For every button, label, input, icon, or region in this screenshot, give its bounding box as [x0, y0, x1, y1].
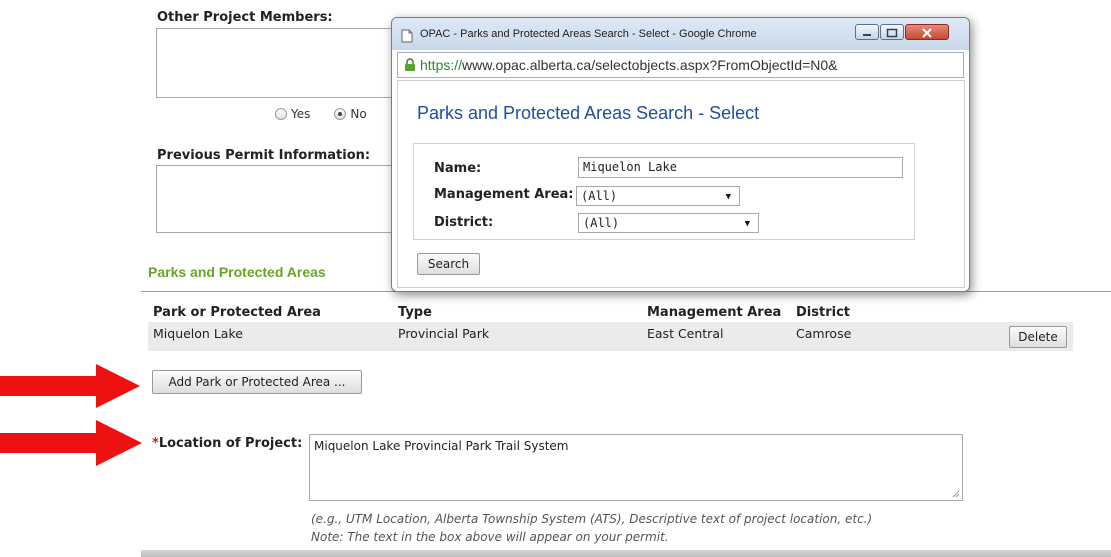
- add-park-button[interactable]: Add Park or Protected Area ...: [152, 370, 362, 394]
- col-header-type: Type: [398, 305, 432, 320]
- location-hint-2: Note: The text in the box above will app…: [311, 530, 669, 544]
- page-icon: [401, 29, 413, 43]
- parks-section-title: Parks and Protected Areas: [148, 264, 326, 280]
- maximize-button[interactable]: [880, 24, 904, 40]
- address-url: https://www.opac.alberta.ca/selectobject…: [420, 57, 838, 73]
- radio-yes[interactable]: [275, 108, 287, 120]
- lock-icon: [405, 58, 415, 71]
- location-label-group: *Location of Project:: [152, 436, 302, 451]
- popup-content: Parks and Protected Areas Search - Selec…: [397, 80, 965, 288]
- col-header-park: Park or Protected Area: [153, 305, 321, 320]
- maximize-icon: [886, 28, 898, 38]
- chevron-down-icon: ▼: [725, 192, 731, 202]
- delete-button[interactable]: Delete: [1009, 326, 1067, 348]
- cell-type: Provincial Park: [398, 326, 490, 341]
- search-button[interactable]: Search: [417, 253, 480, 275]
- popup-window-title: OPAC - Parks and Protected Areas Search …: [420, 28, 757, 40]
- cell-management: East Central: [647, 326, 724, 341]
- chevron-down-icon: ▼: [744, 219, 750, 229]
- resize-grip-icon[interactable]: [952, 490, 960, 498]
- radio-no[interactable]: [334, 108, 347, 120]
- minimize-button[interactable]: [855, 24, 879, 40]
- location-textarea[interactable]: Miquelon Lake Provincial Park Trail Syst…: [309, 434, 963, 501]
- search-form-box: Name: Miquelon Lake Management Area: (Al…: [413, 143, 915, 240]
- arrow-right-icon: [0, 364, 140, 408]
- location-value: Miquelon Lake Provincial Park Trail Syst…: [314, 439, 569, 453]
- table-row: Miquelon Lake Provincial Park East Centr…: [148, 322, 1073, 351]
- district-select-value: (All): [583, 216, 620, 230]
- radio-group: Yes No: [275, 107, 367, 121]
- popup-heading: Parks and Protected Areas Search - Selec…: [417, 103, 760, 123]
- arrow-right-icon: [0, 420, 142, 466]
- col-header-management: Management Area: [647, 305, 782, 320]
- popup-window: OPAC - Parks and Protected Areas Search …: [391, 17, 970, 292]
- management-label: Management Area:: [434, 187, 574, 202]
- previous-permit-label: Previous Permit Information:: [157, 148, 371, 163]
- name-input[interactable]: Miquelon Lake: [578, 157, 903, 178]
- col-header-district: District: [796, 305, 850, 320]
- bottom-bar: [141, 550, 1111, 557]
- name-input-value: Miquelon Lake: [583, 160, 677, 174]
- management-select-value: (All): [581, 189, 618, 203]
- required-marker: *: [152, 436, 159, 451]
- url-rest: www.opac.alberta.ca/selectobjects.aspx?F…: [462, 57, 838, 73]
- other-members-textarea[interactable]: [156, 28, 406, 98]
- management-select[interactable]: (All) ▼: [576, 186, 740, 206]
- close-button[interactable]: [905, 24, 949, 40]
- other-members-label: Other Project Members:: [157, 10, 333, 25]
- name-label: Name:: [434, 161, 482, 176]
- radio-no-label: No: [350, 107, 367, 121]
- address-bar[interactable]: https://www.opac.alberta.ca/selectobject…: [397, 52, 964, 78]
- location-label: Location of Project:: [158, 436, 303, 451]
- close-icon: [922, 28, 932, 38]
- radio-yes-label: Yes: [291, 107, 311, 121]
- cell-park: Miquelon Lake: [153, 326, 243, 341]
- location-hint-1: (e.g., UTM Location, Alberta Township Sy…: [311, 512, 873, 526]
- minimize-icon: [863, 34, 871, 36]
- previous-permit-textarea[interactable]: [156, 165, 406, 233]
- district-label: District:: [434, 215, 494, 230]
- popup-titlebar: OPAC - Parks and Protected Areas Search …: [392, 18, 969, 50]
- cell-district: Camrose: [796, 326, 852, 341]
- url-scheme: https://: [420, 57, 463, 73]
- district-select[interactable]: (All) ▼: [578, 213, 759, 233]
